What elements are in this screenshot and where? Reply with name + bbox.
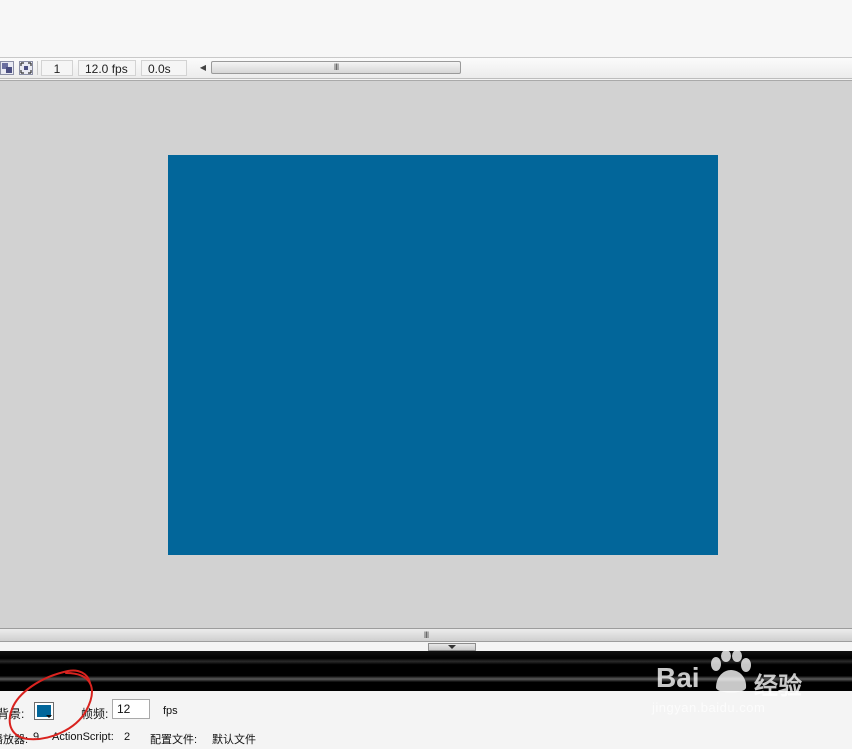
player-label: 播放器: (0, 734, 29, 746)
edit-multiple-frames-icon[interactable] (19, 61, 33, 75)
divider-grip: III (423, 630, 429, 640)
elapsed-time-field: 0.0s (141, 60, 187, 76)
current-frame-field: 1 (41, 60, 73, 76)
stage-canvas[interactable] (168, 155, 718, 555)
separator (37, 61, 38, 75)
player-value: 9 (33, 731, 40, 743)
onion-skin-outlines-icon[interactable] (0, 61, 14, 75)
profile-label: 配置文件: (150, 734, 198, 746)
stage-pasteboard (0, 80, 852, 628)
panel-divider[interactable]: III (0, 628, 852, 642)
panel-header-band (0, 651, 852, 691)
frame-rate-field: 12.0 fps (78, 60, 136, 76)
timeline-status-bar: 1 12.0 fps 0.0s ◀ III (0, 57, 852, 79)
background-label: 背景: (0, 707, 25, 721)
profile-value: 默认文件 (212, 734, 256, 746)
frame-rate-input[interactable] (112, 699, 150, 719)
frame-rate-label: 帧频: (81, 707, 109, 721)
collapse-panel-button[interactable] (428, 643, 476, 651)
toolbar-area (0, 0, 852, 57)
scroll-grip: III (333, 62, 339, 72)
scroll-left-arrow-icon[interactable]: ◀ (198, 61, 208, 75)
timeline-scrollbar-thumb[interactable]: III (211, 61, 461, 74)
actionscript-label: ActionScript: (52, 731, 114, 743)
background-color-swatch[interactable] (34, 702, 54, 720)
fps-unit-label: fps (163, 705, 178, 717)
dropdown-arrow-icon (46, 715, 52, 718)
actionscript-value: 2 (124, 731, 131, 743)
